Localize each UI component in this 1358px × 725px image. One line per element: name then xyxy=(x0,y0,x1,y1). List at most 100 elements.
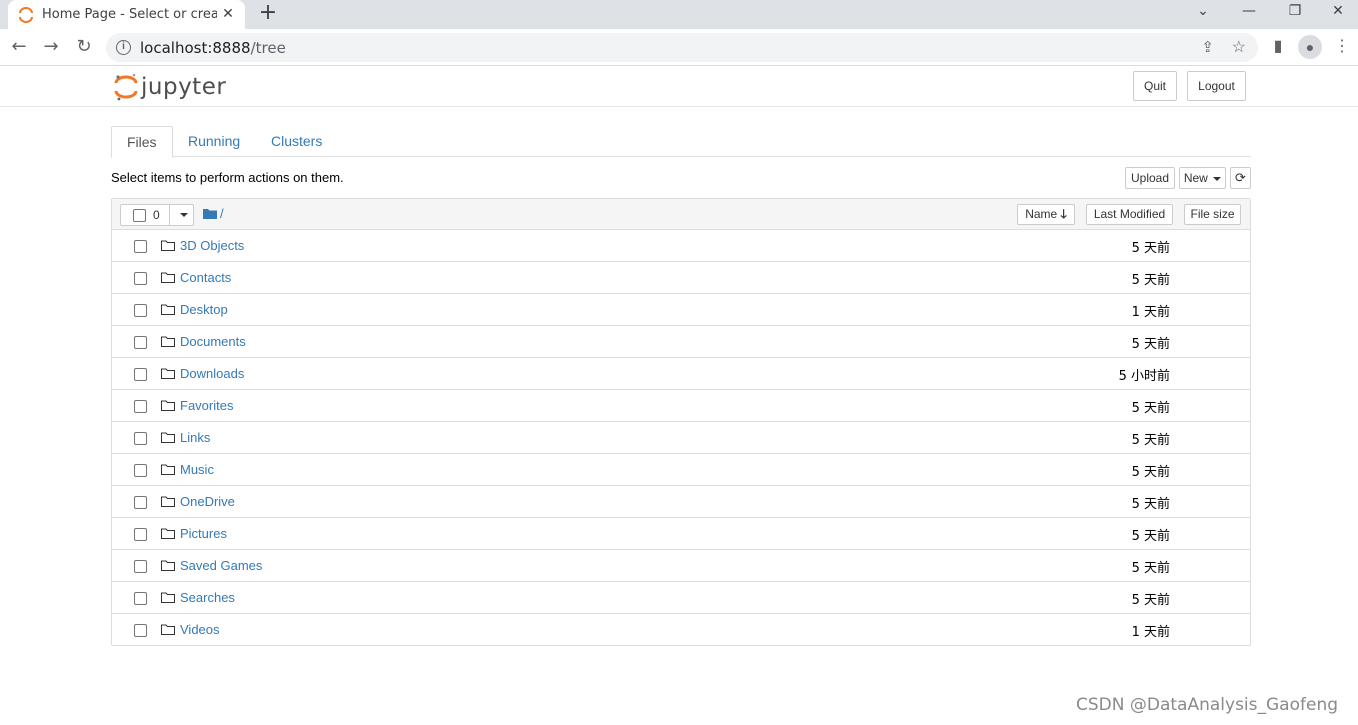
actions-hint-text: Select items to perform actions on them. xyxy=(111,170,344,185)
jupyter-favicon-icon xyxy=(19,6,33,23)
share-icon[interactable]: ⇪ xyxy=(1201,38,1214,56)
file-row[interactable]: Pictures 5 天前 xyxy=(112,518,1250,550)
file-row[interactable]: OneDrive 5 天前 xyxy=(112,486,1250,518)
file-last-modified: 1 天前 xyxy=(1131,305,1170,320)
file-row[interactable]: Music 5 天前 xyxy=(112,454,1250,486)
refresh-icon: ⟳ xyxy=(1235,170,1246,185)
folder-icon xyxy=(161,624,175,635)
watermark-text: CSDN @DataAnalysis_Gaofeng xyxy=(1076,695,1339,715)
logout-button[interactable]: Logout xyxy=(1187,71,1246,101)
folder-icon xyxy=(161,272,175,283)
folder-icon xyxy=(161,240,175,251)
select-menu-caret-icon[interactable] xyxy=(180,213,188,217)
file-row[interactable]: 3D Objects 5 天前 xyxy=(112,230,1250,262)
file-name-link[interactable]: Contacts xyxy=(180,270,231,285)
folder-icon xyxy=(161,336,175,347)
folder-icon xyxy=(161,368,175,379)
profile-avatar-icon[interactable]: ● xyxy=(1298,35,1322,59)
browser-toolbar: ← → ↻ i localhost:8888/tree ⇪ ☆ ▮ ● ⋮ xyxy=(0,29,1358,66)
divider xyxy=(169,205,170,225)
file-last-modified: 5 天前 xyxy=(1131,465,1170,480)
file-last-modified: 5 天前 xyxy=(1131,593,1170,608)
file-name-link[interactable]: Videos xyxy=(180,622,220,637)
select-all-checkbox[interactable] xyxy=(133,209,146,222)
file-row[interactable]: Desktop 1 天前 xyxy=(112,294,1250,326)
file-name-link[interactable]: Downloads xyxy=(180,366,244,381)
new-tab-icon[interactable]: + xyxy=(256,1,280,25)
site-info-icon[interactable]: i xyxy=(116,40,131,55)
jupyter-logo-text: jupyter xyxy=(141,74,227,100)
file-name-link[interactable]: Music xyxy=(180,462,214,477)
file-last-modified: 5 天前 xyxy=(1131,273,1170,288)
folder-icon xyxy=(161,496,175,507)
row-checkbox[interactable] xyxy=(134,272,147,285)
file-row[interactable]: Documents 5 天前 xyxy=(112,326,1250,358)
file-last-modified: 5 小时前 xyxy=(1118,369,1170,384)
row-checkbox[interactable] xyxy=(134,400,147,413)
tab-close-icon[interactable]: ✕ xyxy=(219,5,237,23)
row-checkbox[interactable] xyxy=(134,336,147,349)
row-checkbox[interactable] xyxy=(134,560,147,573)
file-row[interactable]: Favorites 5 天前 xyxy=(112,390,1250,422)
row-checkbox[interactable] xyxy=(134,304,147,317)
file-name-link[interactable]: 3D Objects xyxy=(180,238,244,253)
tab-running[interactable]: Running xyxy=(173,126,255,157)
file-name-link[interactable]: Documents xyxy=(180,334,246,349)
row-checkbox[interactable] xyxy=(134,240,147,253)
sort-last-modified-button[interactable]: Last Modified xyxy=(1086,204,1173,225)
select-all-control[interactable]: 0 xyxy=(120,204,194,226)
file-row[interactable]: Links 5 天前 xyxy=(112,422,1250,454)
row-checkbox[interactable] xyxy=(134,464,147,477)
browser-menu-icon[interactable]: ⋮ xyxy=(1331,36,1353,58)
row-checkbox[interactable] xyxy=(134,624,147,637)
quit-button[interactable]: Quit xyxy=(1133,71,1177,101)
tab-clusters[interactable]: Clusters xyxy=(256,126,337,157)
breadcrumb-folder-icon[interactable] xyxy=(203,208,217,219)
file-row[interactable]: Downloads 5 小时前 xyxy=(112,358,1250,390)
folder-icon xyxy=(161,400,175,411)
browser-tab-title: Home Page - Select or create a notebook xyxy=(42,7,217,22)
file-row[interactable]: Contacts 5 天前 xyxy=(112,262,1250,294)
url-text[interactable]: localhost:8888/tree xyxy=(140,39,286,57)
file-name-link[interactable]: Links xyxy=(180,430,210,445)
jupyter-logo[interactable]: jupyter xyxy=(114,72,226,102)
upload-button[interactable]: Upload xyxy=(1125,167,1175,189)
row-checkbox[interactable] xyxy=(134,368,147,381)
side-panel-icon[interactable]: ▮ xyxy=(1267,36,1289,58)
file-name-link[interactable]: Saved Games xyxy=(180,558,262,573)
file-name-link[interactable]: Desktop xyxy=(180,302,228,317)
breadcrumb-root[interactable]: / xyxy=(220,206,224,221)
file-list-header: 0 / Name 🡓 Last Modified File size xyxy=(112,199,1250,230)
row-checkbox[interactable] xyxy=(134,496,147,509)
file-last-modified: 5 天前 xyxy=(1131,561,1170,576)
folder-icon xyxy=(161,592,175,603)
file-name-link[interactable]: Searches xyxy=(180,590,235,605)
refresh-button[interactable]: ⟳ xyxy=(1230,167,1251,189)
tab-search-chevron-icon[interactable]: ⌄ xyxy=(1180,0,1226,24)
browser-tab[interactable]: Home Page - Select or create a notebook … xyxy=(8,0,245,29)
bookmark-star-icon[interactable]: ☆ xyxy=(1232,37,1246,57)
file-last-modified: 5 天前 xyxy=(1131,433,1170,448)
file-row[interactable]: Videos 1 天前 xyxy=(112,614,1250,646)
close-window-icon[interactable]: ✕ xyxy=(1318,0,1358,24)
row-checkbox[interactable] xyxy=(134,432,147,445)
new-dropdown-button[interactable]: New xyxy=(1179,167,1226,189)
tab-files[interactable]: Files xyxy=(111,126,173,158)
restore-icon[interactable]: ❐ xyxy=(1272,0,1318,24)
forward-arrow-icon[interactable]: → xyxy=(40,36,62,58)
sort-name-button[interactable]: Name 🡓 xyxy=(1017,204,1075,225)
reload-icon[interactable]: ↻ xyxy=(73,36,95,58)
file-row[interactable]: Saved Games 5 天前 xyxy=(112,550,1250,582)
jupyter-logo-icon xyxy=(114,73,138,101)
file-name-link[interactable]: Favorites xyxy=(180,398,233,413)
sort-file-size-button[interactable]: File size xyxy=(1184,204,1241,225)
minimize-icon[interactable]: — xyxy=(1226,0,1272,24)
address-bar[interactable]: i localhost:8888/tree ⇪ ☆ xyxy=(106,33,1258,62)
file-name-link[interactable]: OneDrive xyxy=(180,494,235,509)
file-name-link[interactable]: Pictures xyxy=(180,526,227,541)
row-checkbox[interactable] xyxy=(134,528,147,541)
file-row[interactable]: Searches 5 天前 xyxy=(112,582,1250,614)
sort-name-label: Name xyxy=(1025,207,1058,221)
back-arrow-icon[interactable]: ← xyxy=(8,36,30,58)
row-checkbox[interactable] xyxy=(134,592,147,605)
